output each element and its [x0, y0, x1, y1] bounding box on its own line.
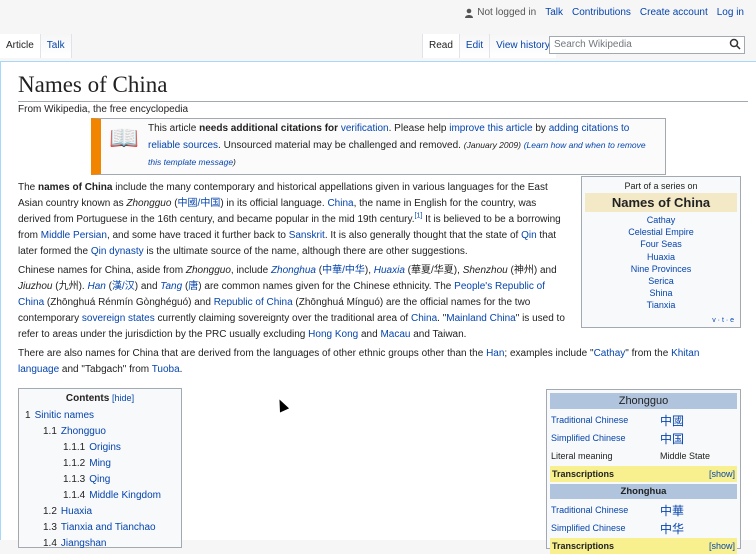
simplified-chinese-link[interactable]: Simplified Chinese	[550, 523, 660, 533]
page-title: Names of China	[18, 72, 748, 102]
middle-persian-link[interactable]: Middle Persian	[41, 230, 107, 241]
search-input[interactable]: Search Wikipedia	[549, 36, 745, 54]
tab-view-history[interactable]: View history	[489, 34, 556, 58]
sovereign-states-link[interactable]: sovereign states	[82, 313, 155, 324]
transcriptions-toggle[interactable]: Transcriptions [show]	[550, 466, 737, 482]
toc-header: Contents [hide]	[65, 393, 135, 404]
tang-hanzi-link[interactable]: 唐	[188, 281, 198, 292]
infobox-row: Literal meaning Middle State	[551, 451, 711, 461]
talk-link[interactable]: Talk	[545, 7, 563, 18]
sidebar-item-serica[interactable]: Serica	[648, 276, 674, 286]
show-transcriptions-link[interactable]: [show]	[709, 469, 735, 479]
toc-item[interactable]: 1.1 Zhongguo	[19, 424, 181, 440]
login-link[interactable]: Log in	[717, 7, 744, 18]
traditional-chinese-link[interactable]: Traditional Chinese	[550, 505, 660, 515]
sidebar-above: Part of a series on	[624, 181, 698, 191]
toc-item[interactable]: 1.1.3 Qing	[19, 472, 181, 488]
simplified-chinese-link[interactable]: Simplified Chinese	[550, 433, 660, 443]
tab-article[interactable]: Article	[0, 34, 41, 58]
template-message-link[interactable]: this template message	[148, 157, 233, 167]
china-link[interactable]: China	[327, 198, 353, 209]
user-status: Not logged in	[464, 7, 536, 18]
sidebar-item-cathay[interactable]: Cathay	[647, 215, 676, 225]
han-hanzi-link[interactable]: 漢/汉	[112, 281, 135, 292]
series-sidebar: Part of a series on Names of China Catha…	[581, 176, 741, 328]
table-of-contents: Contents [hide] 1 Sinitic names 1.1 Zhongg…	[18, 388, 182, 549]
toc-item[interactable]: 1.1.1 Origins	[19, 440, 181, 456]
book-icon: 📖	[109, 125, 139, 152]
infobox-row: Traditional Chinese 中國	[550, 413, 685, 428]
sidebar-item-huaxia[interactable]: Huaxia	[647, 252, 675, 262]
infobox-row: Simplified Chinese 中华	[550, 521, 685, 536]
contributions-link[interactable]: Contributions	[572, 7, 631, 18]
intro-paragraph-2: Chinese names for China, aside from Zhon…	[18, 265, 565, 340]
intro-paragraph-3: There are also names for China that are …	[18, 348, 700, 375]
huaxia-link[interactable]: Huaxia	[374, 265, 405, 276]
tab-talk[interactable]: Talk	[40, 34, 72, 58]
toc-item[interactable]: 1.3 Tianxia and Tianchao	[19, 520, 181, 536]
transcriptions-toggle[interactable]: Transcriptions [show]	[550, 538, 737, 554]
tab-edit[interactable]: Edit	[458, 34, 490, 58]
toc-item[interactable]: 1.1.4 Middle Kingdom	[19, 488, 181, 504]
learn-remove-link[interactable]: (Learn how and when to remove	[524, 140, 646, 150]
vte-links[interactable]: v · t · e	[712, 317, 734, 324]
toc-hide-toggle[interactable]: [hide]	[112, 393, 134, 403]
mainland-china-link[interactable]: Mainland China	[446, 313, 516, 324]
view-tabs: Read Edit View history	[422, 34, 556, 58]
sidebar-item-four-seas[interactable]: Four Seas	[640, 239, 682, 249]
toc-item[interactable]: 1.4 Jiangshan	[19, 536, 181, 552]
toc-item[interactable]: 1 Sinitic names	[19, 408, 181, 424]
zhonghua-hanzi-link[interactable]: 中華/中华	[322, 265, 365, 276]
improve-link[interactable]: improve this article	[449, 123, 532, 134]
content-area: Names of China From Wikipedia, the free …	[0, 61, 756, 554]
qin-link[interactable]: Qin	[521, 230, 537, 241]
site-tagline: From Wikipedia, the free encyclopedia	[18, 104, 189, 115]
personal-tools: Not logged in Talk Contributions Create …	[464, 7, 744, 18]
infobox-subheader: Zhonghua	[550, 484, 737, 499]
han-people-link[interactable]: Han	[486, 348, 504, 359]
adding-citations-link[interactable]: adding citations to	[549, 123, 630, 134]
tab-read[interactable]: Read	[422, 34, 459, 58]
macau-link[interactable]: Macau	[380, 329, 410, 340]
citation-notice: 📖 This article needs additional citation…	[91, 118, 666, 175]
infobox-row: Simplified Chinese 中国	[550, 431, 685, 446]
infobox-row: Traditional Chinese 中華	[550, 503, 685, 518]
traditional-chinese-link[interactable]: Traditional Chinese	[550, 415, 660, 425]
tuoba-link[interactable]: Tuoba	[152, 364, 180, 375]
toc-item[interactable]: 1.2 Huaxia	[19, 504, 181, 520]
sanskrit-link[interactable]: Sanskrit	[289, 230, 325, 241]
han-link[interactable]: Han	[87, 281, 105, 292]
cathay-link[interactable]: Cathay	[594, 348, 626, 359]
search-placeholder: Search Wikipedia	[554, 39, 632, 50]
sidebar-item-tianxia[interactable]: Tianxia	[647, 300, 676, 310]
zhonghua-link[interactable]: Zhonghua	[271, 265, 316, 276]
show-transcriptions-link[interactable]: [show]	[709, 541, 735, 551]
sidebar-item-shina[interactable]: Shina	[649, 288, 672, 298]
sidebar-item-celestial-empire[interactable]: Celestial Empire	[628, 227, 694, 237]
hong-kong-link[interactable]: Hong Kong	[308, 329, 358, 340]
verification-link[interactable]: verification	[341, 123, 389, 134]
qin-dynasty-link[interactable]: Qin dynasty	[91, 246, 144, 257]
china-region-link[interactable]: China	[411, 313, 437, 324]
roc-link[interactable]: Republic of China	[214, 297, 293, 308]
sidebar-title[interactable]: Names of China	[585, 193, 737, 212]
infobox-title: Zhongguo	[550, 393, 737, 409]
toc-item[interactable]: 1.1.2 Ming	[19, 456, 181, 472]
namespace-tabs: Article Talk	[0, 34, 72, 58]
chinese-name-infobox: Zhongguo Traditional Chinese 中國 Simplifie…	[546, 389, 741, 554]
intro-paragraph-1: The names of China include the many cont…	[18, 182, 561, 257]
search-icon[interactable]	[729, 38, 741, 50]
user-icon	[465, 8, 474, 18]
sidebar-item-nine-provinces[interactable]: Nine Provinces	[631, 264, 692, 274]
create-account-link[interactable]: Create account	[640, 7, 708, 18]
reliable-sources-link[interactable]: reliable sources	[148, 140, 218, 151]
tang-link[interactable]: Tang	[160, 281, 182, 292]
zhongguo-hanzi-link[interactable]: 中國/中国	[178, 198, 221, 209]
